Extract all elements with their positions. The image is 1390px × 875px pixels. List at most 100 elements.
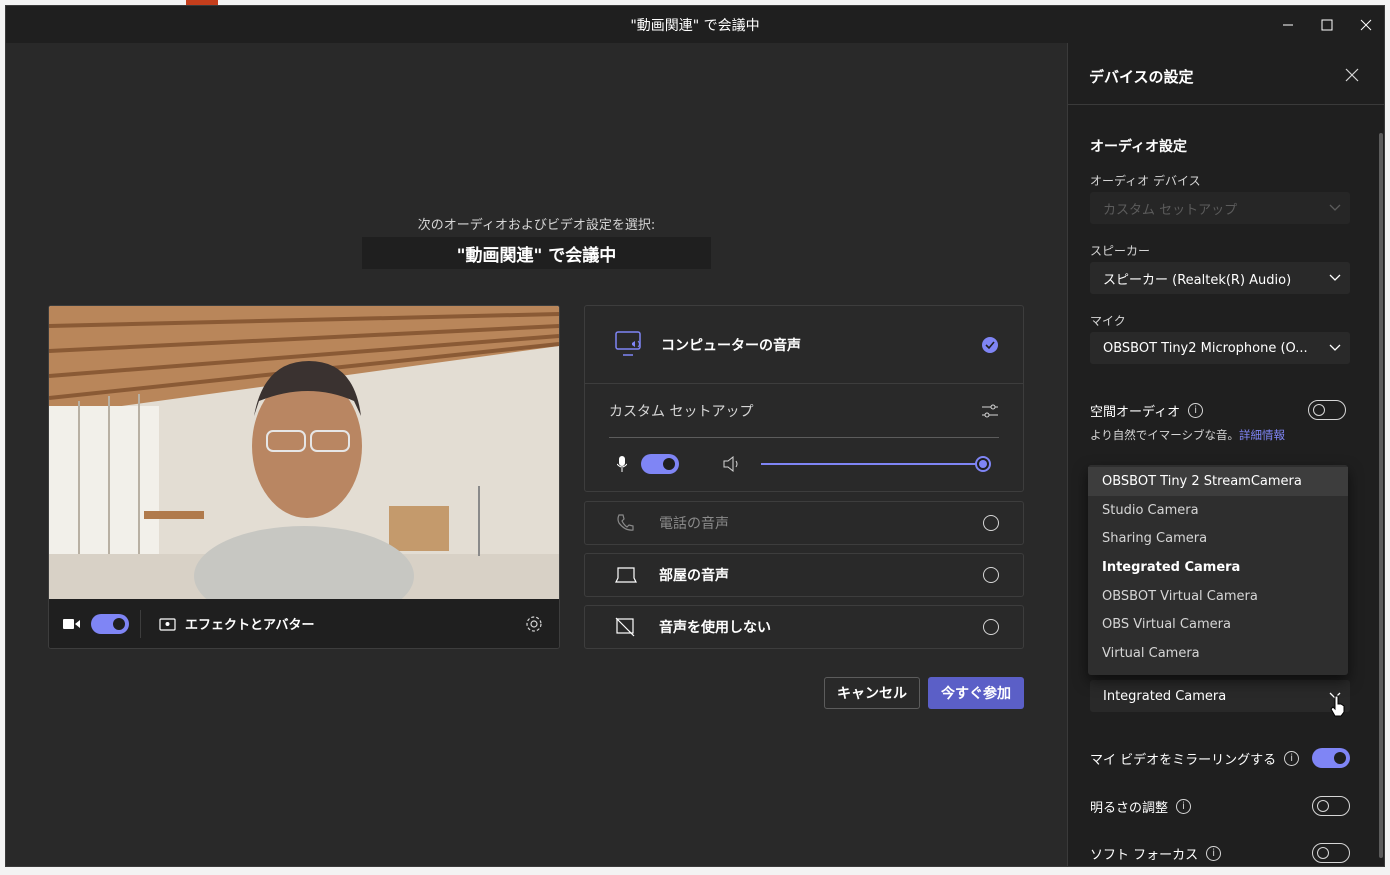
volume-slider-fill: [761, 463, 983, 465]
video-controls-bar: エフェクトとアバター: [49, 599, 559, 648]
brightness-label: 明るさの調整: [1090, 800, 1169, 816]
info-icon[interactable]: i: [1188, 402, 1204, 418]
mirror-video-toggle[interactable]: [1312, 748, 1350, 768]
mic-select[interactable]: OBSBOT Tiny2 Microphone (O...: [1090, 332, 1350, 364]
audio-option-phone[interactable]: 電話の音声: [584, 501, 1024, 545]
camera-icon: [63, 618, 80, 629]
close-window-button[interactable]: [1346, 6, 1384, 43]
sliders-icon[interactable]: [981, 403, 999, 419]
meeting-window: "動画関連" で会議中 次のオーディオおよびビデオ設定を選択: "動画関連" で…: [5, 5, 1385, 867]
close-panel-icon[interactable]: [1345, 68, 1359, 82]
soft-focus-row: ソフト フォーカス i: [1090, 842, 1350, 864]
camera-option[interactable]: Integrated Camera: [1088, 553, 1348, 582]
settings-prompt: 次のオーディオおよびビデオ設定を選択:: [417, 218, 656, 233]
radio-button[interactable]: [983, 567, 999, 583]
audio-option-label: 電話の音声: [659, 516, 729, 532]
camera-option[interactable]: Sharing Camera: [1088, 524, 1348, 553]
cancel-button[interactable]: キャンセル: [824, 677, 920, 709]
maximize-button[interactable]: [1307, 6, 1347, 43]
maximize-icon: [1321, 19, 1333, 30]
mic-label: マイク: [1090, 314, 1126, 328]
volume-slider[interactable]: [761, 456, 991, 472]
chevron-down-icon: [1320, 274, 1350, 282]
pre-join-area: 次のオーディオおよびビデオ設定を選択: "動画関連" で会議中 エフェクトとアバ…: [6, 43, 1067, 866]
custom-setup-row: カスタム セットアップ: [609, 384, 999, 438]
camera-value: Integrated Camera: [1103, 688, 1227, 704]
audio-option-room[interactable]: 部屋の音声: [584, 553, 1024, 597]
audio-option-label: コンピューターの音声: [661, 337, 801, 354]
brightness-row: 明るさの調整 i: [1090, 795, 1350, 817]
soft-focus-toggle[interactable]: [1312, 843, 1350, 863]
audio-option-room-row[interactable]: 部屋の音声: [585, 554, 1023, 596]
spatial-audio-desc-text: より自然でイマーシブな音。: [1090, 428, 1240, 442]
microphone-toggle[interactable]: [641, 454, 679, 474]
phone-icon: [617, 514, 634, 531]
camera-preview-image: [49, 306, 559, 599]
spatial-audio-toggle[interactable]: [1308, 400, 1346, 420]
join-now-button[interactable]: 今すぐ参加: [928, 677, 1024, 709]
brightness-toggle[interactable]: [1312, 796, 1350, 816]
chevron-down-icon: [1320, 344, 1350, 352]
audio-device-label: オーディオ デバイス: [1090, 174, 1201, 188]
learn-more-link[interactable]: 詳細情報: [1239, 428, 1285, 442]
meeting-title-text: "動画関連" で会議中: [456, 245, 617, 266]
info-icon[interactable]: i: [1206, 845, 1222, 861]
audio-option-computer[interactable]: コンピューターの音声 カスタム セットアップ: [584, 305, 1024, 492]
spatial-audio-row: 空間オーディオ i: [1090, 399, 1350, 421]
audio-device-select: カスタム セットアップ: [1090, 192, 1350, 224]
audio-settings-heading: オーディオ設定: [1090, 139, 1188, 155]
camera-option[interactable]: Virtual Camera: [1088, 639, 1348, 668]
radio-button[interactable]: [983, 619, 999, 635]
camera-option[interactable]: OBSBOT Tiny 2 StreamCamera: [1088, 467, 1348, 496]
microphone-icon: [617, 456, 627, 472]
soft-focus-label: ソフト フォーカス: [1090, 847, 1199, 863]
checkmark-icon: [982, 336, 998, 353]
custom-setup-label: カスタム セットアップ: [609, 403, 754, 420]
audio-option-computer-row[interactable]: コンピューターの音声: [585, 306, 1023, 384]
audio-levels-row: [585, 438, 1023, 490]
camera-toggle[interactable]: [91, 613, 129, 634]
close-icon: [1360, 19, 1372, 30]
audio-option-none-row[interactable]: 音声を使用しない: [585, 606, 1023, 648]
effects-label[interactable]: エフェクトとアバター: [185, 614, 314, 633]
effects-icon: [159, 617, 176, 631]
info-icon[interactable]: i: [1176, 798, 1192, 814]
camera-option[interactable]: Studio Camera: [1088, 496, 1348, 525]
meeting-title: "動画関連" で会議中: [362, 237, 711, 269]
camera-preview: [49, 306, 559, 599]
mic-value: OBSBOT Tiny2 Microphone (O...: [1103, 340, 1308, 356]
volume-slider-thumb[interactable]: [975, 456, 991, 472]
window-title: "動画関連" で会議中: [630, 18, 760, 34]
panel-header: デバイスの設定: [1068, 43, 1384, 105]
hand-cursor-icon: [1330, 695, 1345, 717]
mirror-video-row: マイ ビデオをミラーリングする i: [1090, 747, 1350, 769]
minimize-icon: [1283, 24, 1293, 25]
radio-button[interactable]: [983, 515, 999, 531]
spatial-audio-label: 空間オーディオ: [1090, 404, 1181, 420]
panel-scrollbar[interactable]: [1379, 133, 1383, 858]
video-preview-card: エフェクトとアバター: [48, 305, 560, 649]
chevron-down-icon: [1320, 204, 1350, 212]
gear-icon[interactable]: [525, 615, 543, 633]
divider: [140, 609, 141, 638]
camera-select[interactable]: Integrated Camera: [1090, 680, 1350, 712]
mirror-video-label: マイ ビデオをミラーリングする: [1090, 752, 1277, 768]
audio-option-none[interactable]: 音声を使用しない: [584, 605, 1024, 649]
computer-audio-icon: [615, 330, 641, 356]
camera-option[interactable]: OBSBOT Virtual Camera: [1088, 582, 1348, 611]
camera-option[interactable]: OBS Virtual Camera: [1088, 610, 1348, 639]
info-icon[interactable]: i: [1284, 750, 1300, 766]
audio-option-phone-row[interactable]: 電話の音声: [585, 502, 1023, 544]
audio-option-label: 部屋の音声: [659, 568, 729, 584]
no-audio-icon: [615, 617, 635, 637]
speaker-volume-icon: [723, 456, 738, 472]
camera-dropdown-menu: OBSBOT Tiny 2 StreamCamera Studio Camera…: [1088, 465, 1348, 675]
speaker-value: スピーカー (Realtek(R) Audio): [1103, 272, 1292, 288]
title-bar: "動画関連" で会議中: [6, 6, 1384, 43]
audio-device-value: カスタム セットアップ: [1103, 202, 1238, 218]
minimize-button[interactable]: [1268, 6, 1308, 43]
audio-option-label: 音声を使用しない: [659, 620, 771, 636]
panel-title: デバイスの設定: [1089, 68, 1194, 86]
device-settings-panel: デバイスの設定 オーディオ設定 オーディオ デバイス カスタム セットアップ ス…: [1067, 43, 1384, 866]
speaker-select[interactable]: スピーカー (Realtek(R) Audio): [1090, 262, 1350, 294]
